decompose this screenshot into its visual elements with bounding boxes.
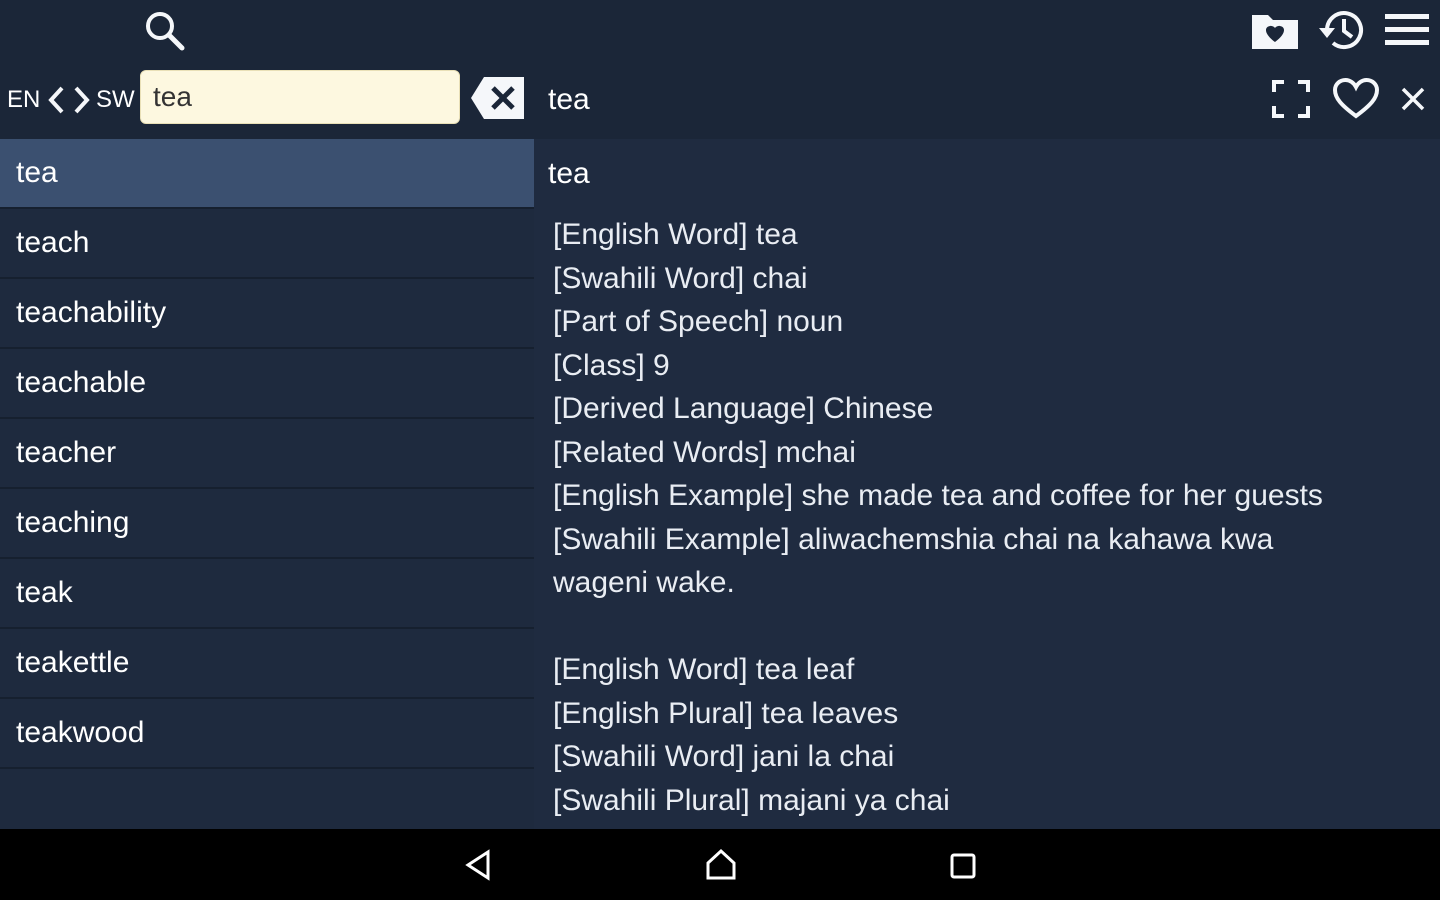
heart-icon[interactable] [1332, 76, 1380, 122]
definition-line: [English Plural] tea leaves [553, 696, 899, 730]
definition-panel: tea [English Word] tea [Swahili Word] ch… [534, 139, 1440, 829]
definition-spacer [553, 605, 1413, 649]
definition-line: [Related Words] mchai [553, 435, 856, 469]
word-list: tea teach teachability teachable teacher… [0, 139, 534, 829]
definition-line: [English Example] she made tea and coffe… [553, 479, 1323, 512]
list-item[interactable]: teakettle [0, 629, 534, 699]
recents-icon[interactable] [946, 849, 980, 883]
search-icon[interactable] [140, 6, 188, 54]
definition-line: [Derived Language] Chinese [553, 392, 934, 425]
header-word: tea [548, 83, 590, 116]
definition-line: [English Word] tea [553, 218, 798, 251]
back-icon[interactable] [460, 847, 496, 883]
definition-line: wageni wake. [553, 566, 735, 599]
swap-right-icon[interactable] [70, 82, 94, 118]
menu-icon[interactable] [1384, 10, 1430, 50]
list-item[interactable]: teacher [0, 419, 534, 489]
definition-line: [Swahili Word] chai [553, 261, 808, 295]
definition-line: [English Word] tea leaf [553, 653, 855, 686]
search-input[interactable] [151, 80, 459, 114]
list-item[interactable]: teakwood [0, 699, 534, 769]
system-nav-bar [0, 829, 1440, 900]
list-item[interactable]: tea [0, 139, 534, 209]
close-icon[interactable] [1398, 84, 1428, 114]
definition-line: [Part of Speech] noun [553, 305, 844, 338]
list-item[interactable]: teachability [0, 279, 534, 349]
list-item[interactable]: teaching [0, 489, 534, 559]
definition-title: tea [548, 157, 590, 190]
list-item[interactable]: teak [0, 559, 534, 629]
definition-body: [English Word] tea [Swahili Word] chai [… [553, 213, 1413, 822]
home-icon[interactable] [702, 845, 740, 883]
top-toolbar: EN SW tea [0, 0, 1440, 138]
swap-left-icon[interactable] [44, 82, 68, 118]
search-field[interactable] [140, 70, 460, 124]
history-icon[interactable] [1316, 6, 1368, 54]
definition-line: [Swahili Example] aliwachemshia chai na … [553, 522, 1274, 556]
target-language[interactable]: SW [96, 80, 135, 120]
source-language[interactable]: EN [7, 80, 40, 120]
definition-line: [Class] 9 [553, 348, 670, 382]
favorites-folder-icon[interactable] [1250, 8, 1300, 52]
definition-line: [Swahili Plural] majani ya chai [553, 783, 950, 817]
list-item[interactable]: teachable [0, 349, 534, 419]
definition-line: [Swahili Word] jani la chai [553, 740, 895, 773]
fullscreen-icon[interactable] [1270, 78, 1312, 120]
list-item[interactable]: teach [0, 209, 534, 279]
clear-icon[interactable] [470, 74, 526, 122]
